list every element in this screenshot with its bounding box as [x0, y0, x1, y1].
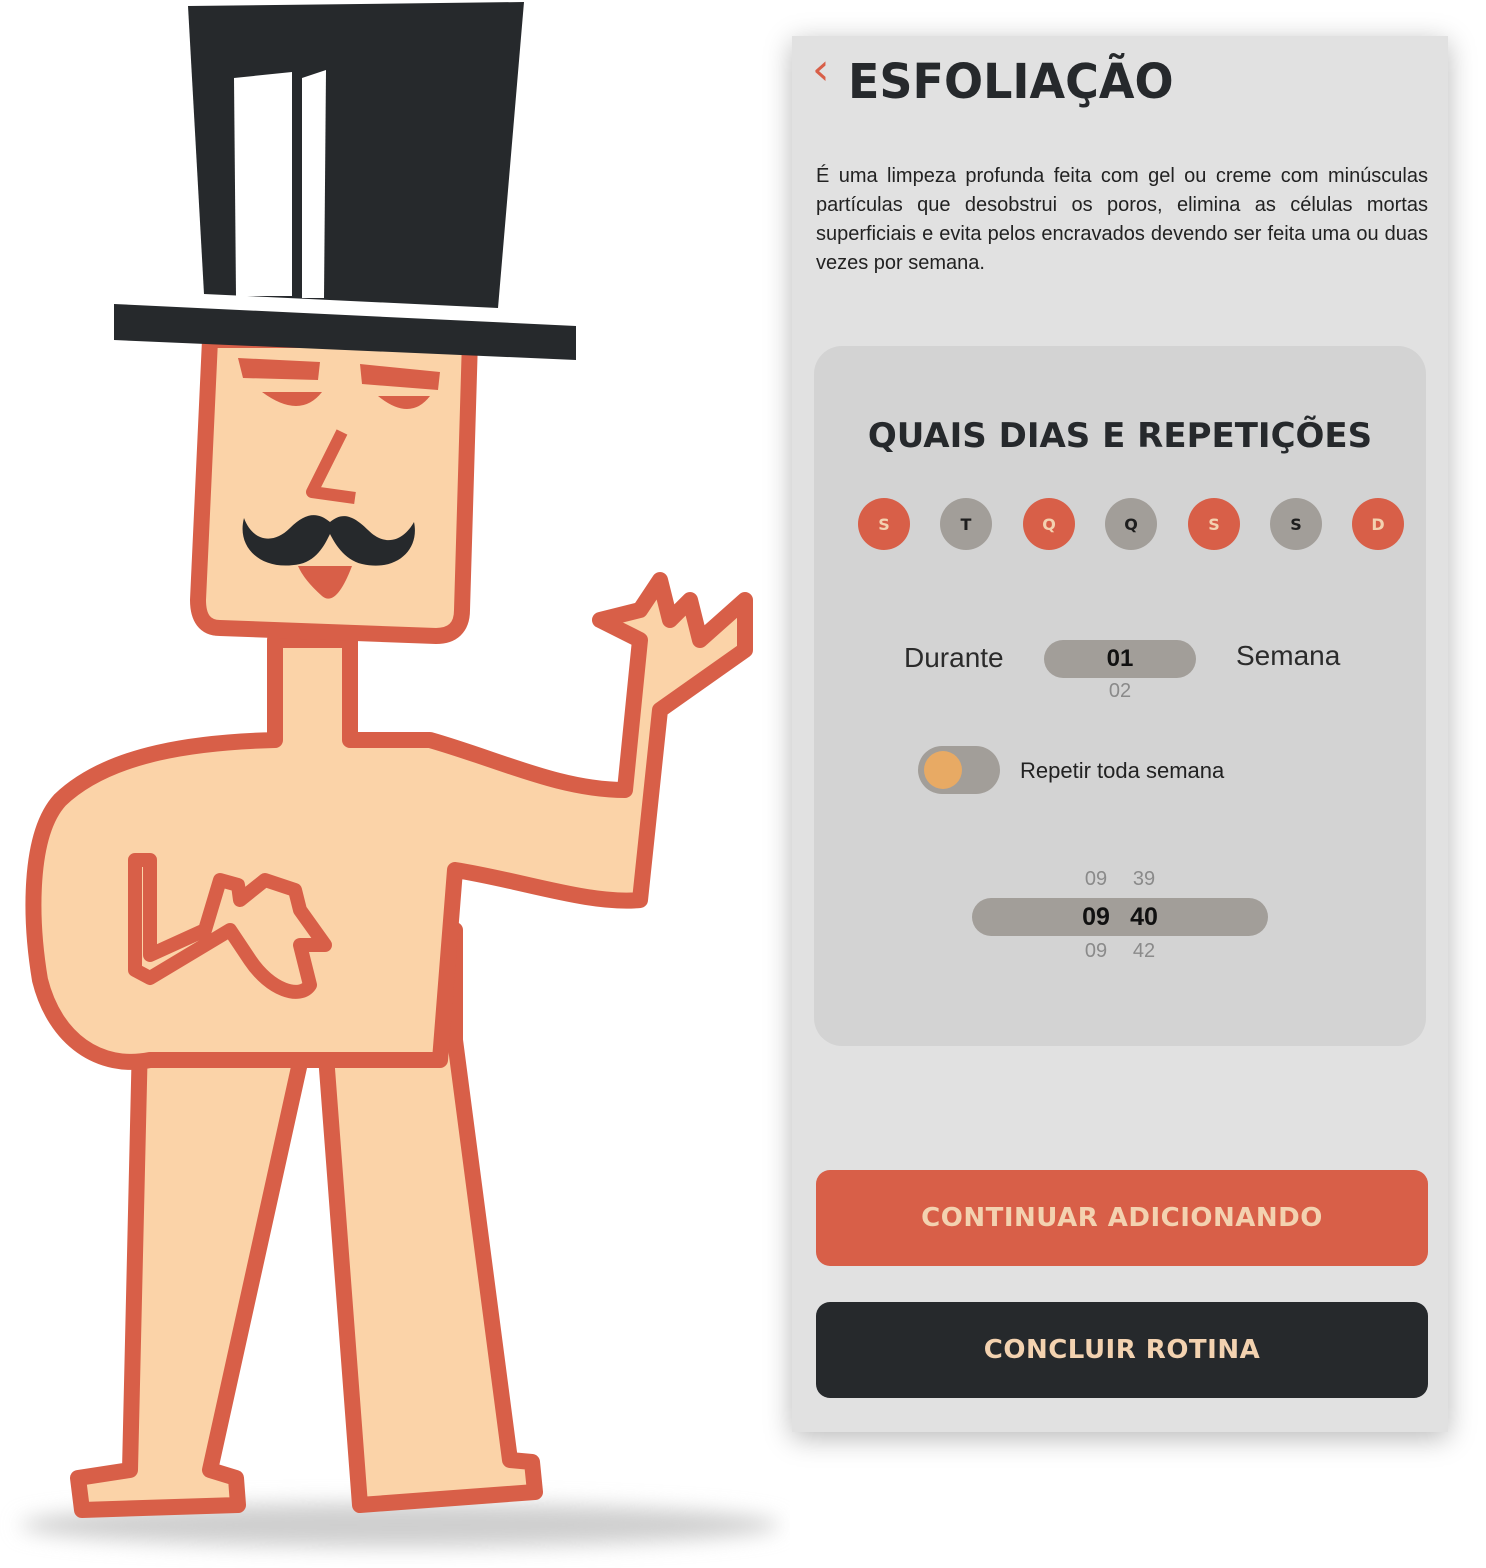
- time-picker-selected[interactable]: 09 40: [972, 898, 1268, 936]
- app-screen: ‹ ESFOLIAÇÃO É uma limpeza profunda feit…: [792, 36, 1448, 1432]
- time-next-hour: 09: [1084, 940, 1108, 962]
- day-chip-thursday[interactable]: Q: [1105, 498, 1157, 550]
- day-chip-sunday[interactable]: D: [1352, 498, 1404, 550]
- toggle-knob: [924, 751, 962, 789]
- repeat-weekly-label: Repetir toda semana: [1020, 758, 1225, 783]
- hat-highlight-1: [234, 72, 292, 296]
- day-chip-tuesday[interactable]: T: [940, 498, 992, 550]
- schedule-title: QUAIS DIAS E REPETIÇÕES: [867, 416, 1373, 456]
- chevron-left-icon[interactable]: ‹: [812, 48, 840, 96]
- day-chip-wednesday[interactable]: Q: [1023, 498, 1075, 550]
- hat-highlight-2: [302, 70, 326, 298]
- time-prev-minute: 39: [1132, 868, 1156, 890]
- time-selected-hour: 09: [1082, 902, 1110, 931]
- schedule-card: QUAIS DIAS E REPETIÇÕES S T Q Q S S D Du…: [814, 346, 1426, 1046]
- day-chip-friday[interactable]: S: [1188, 498, 1240, 550]
- duration-suffix-label: Semana: [1236, 640, 1341, 671]
- time-prev-hour: 09: [1084, 868, 1108, 890]
- mascot-illustration: [20, 2, 780, 1547]
- repeat-weekly-toggle[interactable]: [918, 746, 1000, 794]
- description-text: É uma limpeza profunda feita com gel ou …: [816, 165, 1428, 274]
- continue-adding-button[interactable]: CONTINUAR ADICIONANDO: [816, 1170, 1428, 1266]
- finish-routine-button[interactable]: CONCLUIR ROTINA: [816, 1302, 1428, 1398]
- day-chip-saturday[interactable]: S: [1270, 498, 1322, 550]
- torso: [25, 572, 753, 1070]
- time-selected-minute: 40: [1130, 902, 1158, 931]
- day-selector: S T Q Q S S D: [858, 498, 1404, 550]
- duration-picker-next[interactable]: 02: [1044, 680, 1196, 703]
- duration-prefix-label: Durante: [904, 642, 1004, 673]
- left-leg: [70, 1032, 313, 1518]
- duration-picker-selected[interactable]: 01: [1044, 640, 1196, 678]
- time-next-minute: 42: [1132, 940, 1156, 962]
- time-picker-next-row[interactable]: 09 42: [814, 940, 1426, 963]
- day-chip-monday[interactable]: S: [858, 498, 910, 550]
- page-title: ESFOLIAÇÃO: [848, 52, 1174, 110]
- time-picker-prev-row[interactable]: 09 39: [814, 868, 1426, 891]
